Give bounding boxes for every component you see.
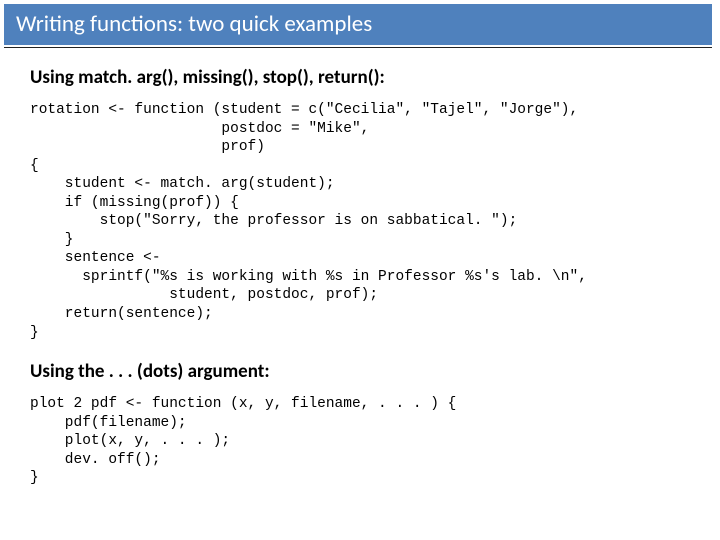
section1-code: rotation <- function (student = c("Cecil… xyxy=(30,101,694,342)
slide-content: Using match. arg(), missing(), stop(), r… xyxy=(0,48,720,488)
section1-heading: Using match. arg(), missing(), stop(), r… xyxy=(30,66,694,89)
section2-heading: Using the . . . (dots) argument: xyxy=(30,360,694,383)
slide-title-bar: Writing functions: two quick examples xyxy=(4,4,712,45)
slide: Writing functions: two quick examples Us… xyxy=(0,4,720,540)
slide-title: Writing functions: two quick examples xyxy=(16,10,372,38)
section2-code: plot 2 pdf <- function (x, y, filename, … xyxy=(30,395,694,488)
